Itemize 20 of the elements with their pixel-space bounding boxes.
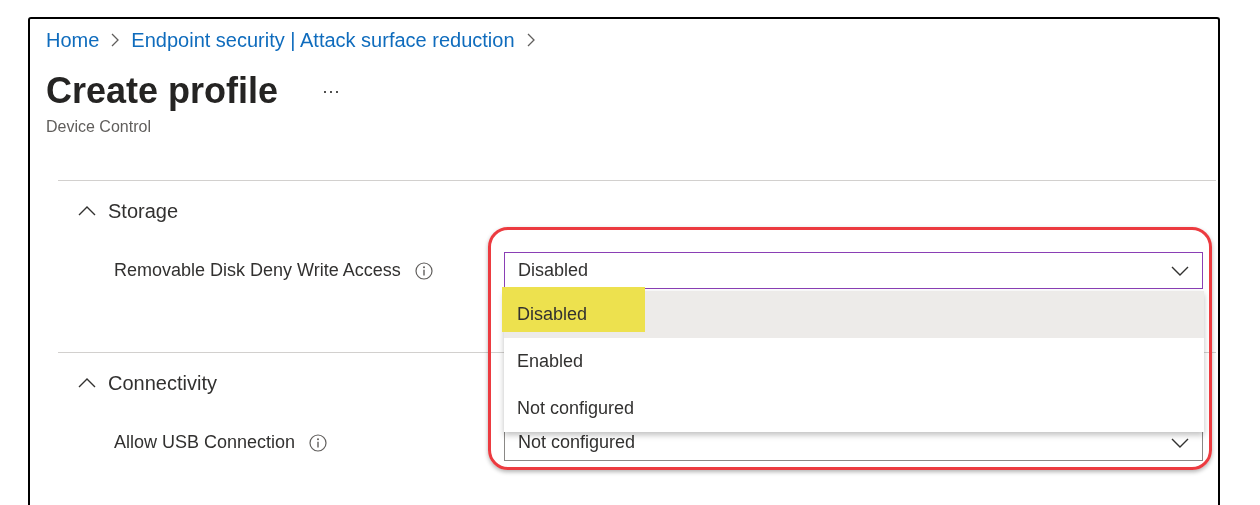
breadcrumb-link[interactable]: Home — [46, 25, 100, 55]
breadcrumb-link[interactable]: Endpoint security | Attack surface reduction — [131, 25, 515, 55]
info-icon[interactable] — [309, 433, 328, 452]
chevron-down-icon — [1171, 265, 1189, 276]
chevron-right-icon — [111, 33, 120, 47]
chevron-up-icon[interactable] — [78, 378, 96, 388]
chevron-right-icon — [526, 33, 535, 47]
chevron-up-icon[interactable] — [78, 206, 96, 216]
dropdown-option[interactable]: Enabled — [504, 338, 1204, 385]
page-title: Create profile — [46, 69, 279, 113]
section-title[interactable]: Storage — [108, 196, 179, 226]
dropdown-field[interactable]: Disabled — [504, 252, 1203, 289]
setting-label: Allow USB Connection — [114, 431, 296, 454]
page-subtitle: Device Control — [46, 117, 152, 137]
chevron-down-icon — [1171, 437, 1189, 448]
setting-label: Removable Disk Deny Write Access — [114, 259, 401, 282]
info-icon[interactable] — [414, 261, 433, 280]
section-title[interactable]: Connectivity — [108, 368, 217, 398]
more-button[interactable]: ··· — [318, 77, 345, 105]
dropdown-option[interactable]: Not configured — [504, 385, 1204, 432]
